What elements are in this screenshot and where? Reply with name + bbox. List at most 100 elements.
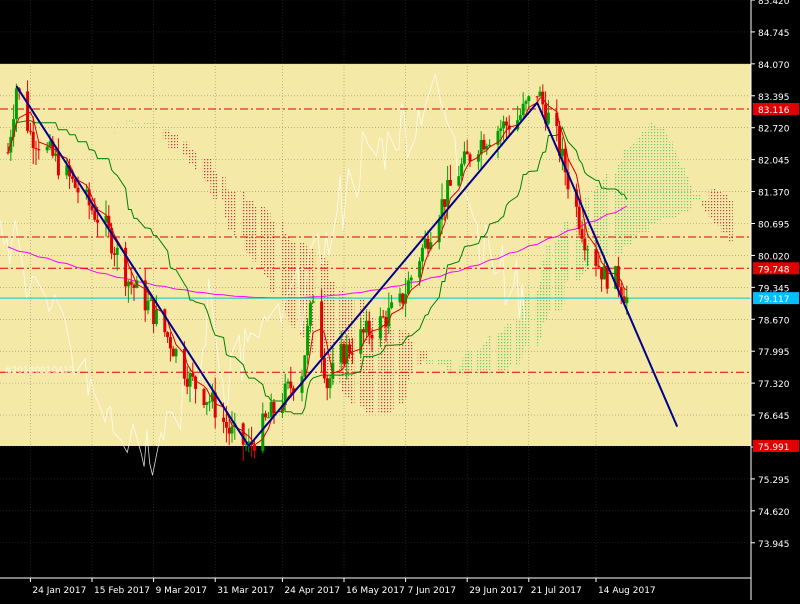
ichimoku-cloud-segment	[728, 199, 733, 242]
ichimoku-cloud-segment	[109, 145, 114, 147]
ichimoku-cloud-segment	[644, 129, 649, 233]
y-tick-label: 85.420	[758, 0, 790, 7]
ichimoku-cloud-segment	[123, 122, 128, 124]
price-label: 83.116	[758, 106, 790, 116]
candle-body	[364, 320, 368, 333]
ichimoku-cloud-segment	[624, 149, 629, 247]
range-band	[0, 63, 751, 446]
y-tick-label: 80.020	[758, 252, 790, 262]
y-tick-label: 80.695	[758, 220, 790, 230]
candle-body	[31, 131, 35, 149]
ichimoku-cloud-segment	[724, 194, 729, 233]
y-tick-label: 75.295	[758, 476, 790, 486]
ichimoku-cloud-segment	[129, 120, 134, 122]
candle-body	[306, 325, 310, 356]
y-tick-label: 76.645	[758, 412, 790, 422]
y-tick-label: 77.995	[758, 348, 790, 358]
candle-body	[418, 261, 422, 278]
y-tick-label: 74.620	[758, 508, 790, 518]
candle-body	[132, 284, 136, 288]
price-label: 79.117	[758, 295, 790, 305]
candle-body	[409, 277, 413, 281]
ichimoku-cloud-segment	[720, 194, 725, 233]
candle-body	[222, 417, 226, 422]
candle-body	[202, 388, 206, 405]
ichimoku-cloud-segment	[700, 200, 705, 207]
candle-body	[311, 301, 315, 303]
candle-body	[149, 299, 153, 301]
candle-body	[420, 247, 424, 262]
candle-body	[266, 417, 270, 419]
ichimoku-cloud-segment	[636, 136, 641, 234]
ichimoku-cloud-segment	[112, 132, 117, 134]
candle-body	[28, 130, 32, 132]
y-tick-label: 84.070	[758, 61, 790, 71]
x-tick-label: 16 May 2017	[346, 586, 405, 596]
candle-body	[381, 316, 385, 318]
candle-body	[339, 344, 343, 363]
candle-body	[457, 176, 461, 186]
candle-body	[308, 302, 312, 326]
candle-body	[370, 334, 374, 339]
x-tick-label: 21 Jul 2017	[531, 586, 582, 596]
candle-body	[166, 332, 170, 338]
candle-body	[390, 302, 394, 308]
candle-body	[482, 139, 486, 150]
price-label: 75.991	[758, 443, 790, 453]
ichimoku-cloud-segment	[652, 124, 657, 225]
ichimoku-cloud-segment	[716, 190, 721, 226]
candle-body	[423, 238, 427, 248]
ichimoku-cloud-segment	[676, 161, 681, 216]
ichimoku-cloud-segment	[688, 184, 693, 210]
ichimoku-cloud-segment	[704, 200, 709, 213]
candle-body	[146, 300, 150, 311]
candle-body	[350, 353, 354, 355]
y-tick-label: 84.745	[758, 29, 790, 39]
chart-annotation: #20180910419	[4, 366, 75, 376]
candle-body	[252, 445, 256, 451]
candle-body	[174, 349, 178, 357]
ichimoku-cloud-segment	[154, 122, 159, 124]
ichimoku-cloud-segment	[106, 148, 111, 150]
candle-body	[261, 413, 265, 451]
candle-body	[325, 378, 329, 389]
ichimoku-cloud-segment	[487, 335, 492, 376]
candle-body	[504, 121, 508, 126]
candle-body	[577, 206, 581, 230]
candle-body	[224, 421, 228, 428]
x-tick-label: 24 Apr 2017	[284, 586, 340, 596]
ichimoku-cloud-segment	[423, 351, 428, 361]
candle-body	[227, 427, 231, 434]
ichimoku-cloud-segment	[712, 189, 717, 224]
candle-body	[597, 265, 601, 268]
x-tick-label: 9 Mar 2017	[156, 586, 207, 596]
candle-body	[269, 402, 273, 418]
ichimoku-cloud-segment	[632, 143, 637, 239]
ichimoku-cloud-segment	[664, 134, 669, 219]
candle-body	[171, 348, 175, 357]
price-label: 79.748	[758, 265, 790, 275]
y-tick-label: 82.045	[758, 157, 790, 167]
candle-body	[56, 153, 60, 176]
candle-body	[188, 373, 192, 387]
ichimoku-cloud-segment	[134, 122, 139, 124]
y-tick-label: 83.395	[758, 93, 790, 103]
candle-body	[26, 91, 30, 131]
candle-body	[521, 103, 525, 116]
x-tick-label: 29 Jun 2017	[469, 586, 523, 596]
ichimoku-cloud-segment	[546, 245, 551, 313]
price-chart[interactable]: 85.420 84.745 84.070 83.395 82.720 82.045 81.3…	[0, 0, 800, 600]
candle-body	[524, 101, 528, 104]
y-tick-label: 78.670	[758, 316, 790, 326]
y-tick-label: 77.320	[758, 380, 790, 390]
candle-body	[112, 253, 116, 255]
candle-body	[45, 146, 49, 151]
ichimoku-cloud-segment	[468, 350, 472, 376]
candle-body	[594, 249, 598, 266]
candle-body	[70, 176, 74, 179]
ichimoku-cloud-segment	[684, 176, 689, 214]
candle-body	[546, 112, 550, 124]
ichimoku-cloud-segment	[640, 131, 645, 233]
candle-body	[286, 381, 290, 384]
ichimoku-cloud-segment	[174, 134, 178, 149]
